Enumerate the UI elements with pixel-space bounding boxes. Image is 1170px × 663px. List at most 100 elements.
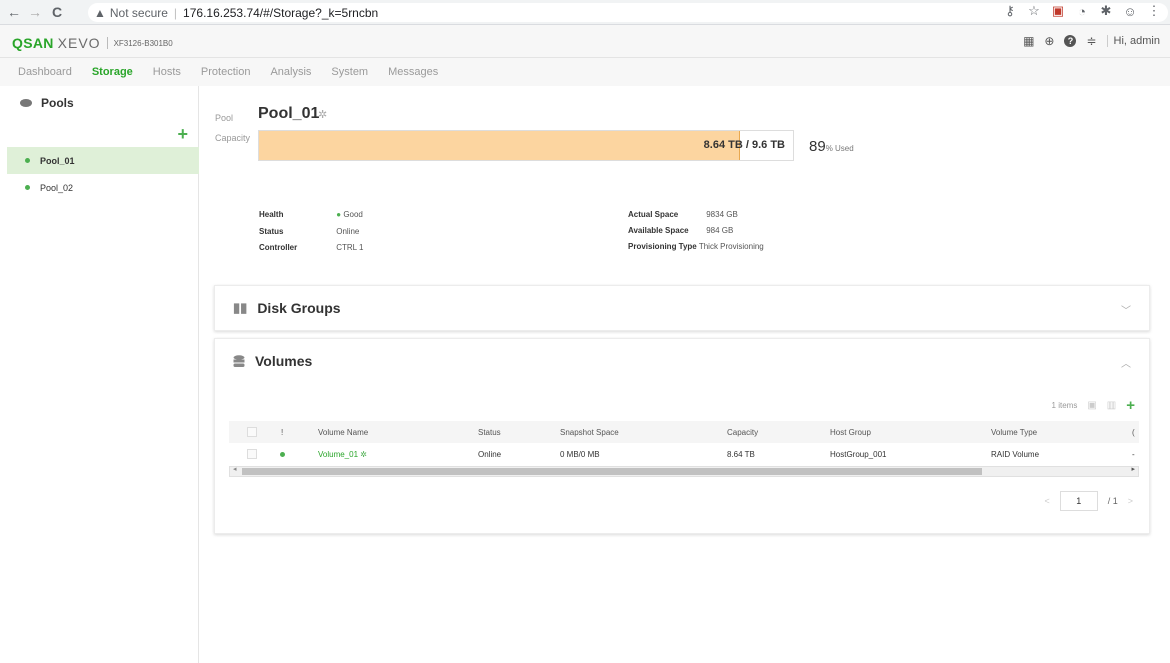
capacity-bar-fill [259,131,740,160]
key-icon[interactable]: ⚷ [1002,3,1018,19]
tab-dashboard[interactable]: Dashboard [18,66,72,78]
pool-name: Pool_01 [258,105,320,122]
star-icon[interactable]: ☆ [1026,3,1042,19]
volumes-title: Volumes [255,353,313,369]
browser-toolbar: ← → C ▲ Not secure | 176.16.253.74/#/Sto… [0,0,1170,25]
url-text[interactable]: 176.16.253.74/#/Storage?_k=5rncbn [183,6,378,20]
pool-settings-gear-icon[interactable]: ✲ [318,108,327,121]
prev-page-button[interactable]: < [1044,496,1049,506]
product-name: XEVO [57,35,101,51]
scroll-right-icon[interactable]: ▸ [1131,465,1135,473]
col-truncated: ( [1132,428,1135,437]
pdf-icon[interactable]: ▣ [1050,3,1066,19]
chevron-up-icon[interactable]: ︿ [1121,355,1131,370]
col-volume-type[interactable]: Volume Type [991,428,1037,437]
volume-capacity: 8.64 TB [727,450,755,459]
page-total: / 1 [1107,496,1118,506]
warning-icon: ▲ [94,5,106,20]
volumes-panel: Volumes ︿ 1 items ▣ ▥ + ! Volume Name St… [214,338,1150,534]
health-dot-icon: ● [336,210,342,219]
volume-snapshot: 0 MB/0 MB [560,450,600,459]
disk-groups-icon: ▮▮ [233,300,248,315]
forward-button-icon[interactable]: → [25,2,45,22]
user-greeting[interactable]: Hi, admin [1106,35,1160,47]
back-button-icon[interactable]: ← [4,2,24,22]
delete-icon[interactable]: ▥ [1107,400,1116,411]
network-icon[interactable]: ≑ [1086,34,1096,48]
volumes-heading: Volumes [233,353,312,369]
col-status[interactable]: Status [478,428,501,437]
row-checkbox[interactable] [247,449,257,459]
capacity-label: Capacity [215,133,251,143]
volume-host-group: HostGroup_001 [830,450,887,459]
grid-icon[interactable]: ▦ [1023,34,1034,48]
extensions-icon[interactable]: ✱ [1098,3,1114,19]
status-row: Status Online [259,227,359,236]
col-volume-name[interactable]: Volume Name [318,428,368,437]
volume-name-link[interactable]: Volume_01 ✲ [318,450,367,459]
volume-name[interactable]: Volume_01 [318,450,358,459]
provisioning-value: Thick Provisioning [698,242,764,251]
page-input[interactable]: 1 [1059,491,1098,511]
scrollbar-thumb[interactable] [242,468,982,475]
disk-groups-panel[interactable]: ▮▮ Disk Groups ﹀ [214,285,1150,331]
status-value: Online [336,227,360,236]
status-label: Status [259,227,284,236]
col-host-group[interactable]: Host Group [830,428,871,437]
col-capacity[interactable]: Capacity [727,428,758,437]
volume-table-tools: 1 items ▣ ▥ + [1052,397,1135,414]
circle-icon[interactable]: ◔ [1074,3,1090,19]
available-space-value: 984 GB [706,226,734,235]
status-dot-icon [280,452,285,457]
capacity-percent-suffix: % [825,144,836,153]
capacity-percent: 89% Used [809,138,854,155]
address-separator: | [173,5,178,20]
profile-icon[interactable]: ☺ [1122,3,1138,19]
capacity-used-word: Used [835,144,854,153]
tab-messages[interactable]: Messages [388,66,438,78]
scroll-left-icon[interactable]: ◂ [233,465,237,473]
menu-icon[interactable]: ⋮ [1146,3,1162,19]
status-dot-icon [25,185,30,190]
pagination: < 1 / 1 > [1044,491,1133,511]
horizontal-scrollbar[interactable]: ◂ ▸ [229,466,1139,477]
add-pool-button[interactable]: + [177,124,188,145]
database-icon [20,99,32,107]
tab-hosts[interactable]: Hosts [153,66,181,78]
volume-settings-gear-icon[interactable]: ✲ [360,450,367,459]
controller-row: Controller CTRL 1 [259,243,364,252]
reload-button-icon[interactable]: C [47,2,67,22]
header-actions: ▦ ⊕ ? ≑ Hi, admin [1023,34,1160,48]
snapshot-icon[interactable]: ▣ [1087,400,1096,411]
select-all-checkbox[interactable] [247,427,257,437]
tab-protection[interactable]: Protection [201,66,251,78]
actual-space-row: Actual Space 9834 GB [628,210,738,219]
help-icon[interactable]: ? [1064,35,1077,47]
controller-value: CTRL 1 [336,243,364,252]
actual-space-label: Actual Space [628,210,679,219]
tab-analysis[interactable]: Analysis [270,66,311,78]
col-alert[interactable]: ! [281,428,283,437]
chevron-down-icon[interactable]: ﹀ [1121,302,1131,317]
brand-name: QSAN [12,35,54,51]
actual-space-value: 9834 GB [706,210,738,219]
not-secure-label: Not secure [109,5,168,20]
volume-extra: - [1132,450,1135,459]
next-page-button[interactable]: > [1128,496,1133,506]
sidebar-item-pool-01[interactable]: Pool_01 [7,147,199,174]
capacity-total: / 9.6 TB [745,139,785,151]
tab-system[interactable]: System [331,66,368,78]
pools-title: Pools [41,96,74,110]
disk-groups-heading: ▮▮ Disk Groups [233,300,341,316]
table-header: ! Volume Name Status Snapshot Space Capa… [229,421,1139,443]
globe-icon[interactable]: ⊕ [1044,34,1054,48]
col-snapshot-space[interactable]: Snapshot Space [560,428,619,437]
tab-storage[interactable]: Storage [92,66,133,78]
brand-logo: QSAN XEVO XF3126-B301B0 [12,35,173,51]
health-row: Health ● Good [259,210,363,219]
add-volume-button[interactable]: + [1126,397,1135,414]
sidebar-item-pool-02[interactable]: Pool_02 [7,174,199,201]
table-row[interactable]: Volume_01 ✲ Online 0 MB/0 MB 8.64 TB Hos… [229,443,1139,465]
browser-icons: ⚷ ☆ ▣ ◔ ✱ ☺ ⋮ [1002,3,1162,19]
capacity-used: 8.64 TB [703,139,743,151]
